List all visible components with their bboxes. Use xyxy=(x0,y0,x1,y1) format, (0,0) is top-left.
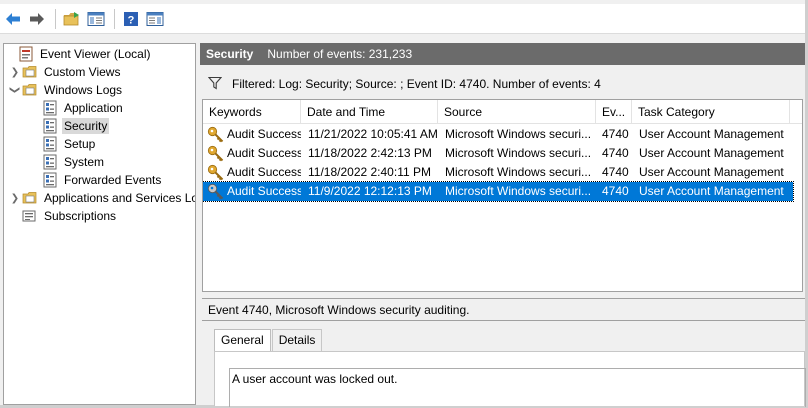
event-viewer-window: ? Event Viewer (Local) ❯ Custom Views ❯ xyxy=(0,0,808,408)
chevron-right-icon[interactable]: ❯ xyxy=(8,189,22,207)
chevron-down-icon[interactable]: ❯ xyxy=(6,83,24,97)
event-details-title: Event 4740, Microsoft Windows security a… xyxy=(202,299,805,321)
folder-icon xyxy=(22,82,38,98)
toolbar-separator xyxy=(114,8,115,29)
table-row-selected[interactable]: Audit Success 11/9/2022 12:12:13 PM Micr… xyxy=(203,181,794,202)
tab-general[interactable]: General xyxy=(214,329,271,352)
table-row[interactable]: Audit Success 11/18/2022 2:42:13 PM Micr… xyxy=(203,144,793,163)
forward-arrow-icon[interactable] xyxy=(26,8,48,30)
column-date-and-time[interactable]: Date and Time xyxy=(301,100,438,124)
tree-item-custom-views[interactable]: ❯ Custom Views xyxy=(8,63,122,81)
event-count: Number of events: 231,233 xyxy=(267,47,413,61)
tab-details[interactable]: Details xyxy=(271,329,323,351)
log-title: Security xyxy=(206,47,254,61)
tree-item-forwarded-events[interactable]: Forwarded Events xyxy=(28,171,163,189)
key-icon xyxy=(207,164,224,181)
toolbar: ? xyxy=(0,4,805,34)
column-event-id[interactable]: Ev... xyxy=(596,100,632,124)
column-keywords[interactable]: Keywords xyxy=(203,100,301,124)
help-icon[interactable]: ? xyxy=(120,8,142,30)
key-icon xyxy=(207,126,224,143)
log-icon xyxy=(42,136,58,152)
grid-header: Keywords Date and Time Source Ev... Task… xyxy=(203,100,802,124)
log-icon xyxy=(42,172,58,188)
toolbar-separator xyxy=(55,8,56,29)
general-tab-body: A user account was locked out. xyxy=(214,351,806,407)
filter-icon xyxy=(207,76,223,93)
tree-item-application[interactable]: Application xyxy=(28,99,125,117)
tree-item-applications-and-services[interactable]: ❯ Applications and Services Lo xyxy=(8,189,195,207)
details-tabs: General Details xyxy=(214,329,323,352)
log-icon xyxy=(42,100,58,116)
show-hide-console-tree-icon[interactable] xyxy=(85,8,107,30)
folder-icon xyxy=(22,190,38,206)
tree-item-event-viewer[interactable]: Event Viewer (Local) xyxy=(4,45,153,63)
event-viewer-icon xyxy=(18,46,34,62)
table-row[interactable]: Audit Success 11/18/2022 2:40:11 PM Micr… xyxy=(203,163,793,182)
log-icon xyxy=(42,118,58,134)
log-icon xyxy=(42,154,58,170)
subscriptions-icon xyxy=(22,208,38,224)
event-details-pane: Event 4740, Microsoft Windows security a… xyxy=(202,298,806,407)
tree-item-windows-logs[interactable]: ❯ Windows Logs xyxy=(8,81,124,99)
event-description: A user account was locked out. xyxy=(229,368,806,407)
chevron-right-icon[interactable]: ❯ xyxy=(8,63,22,81)
open-folder-icon[interactable] xyxy=(61,8,83,30)
back-arrow-icon[interactable] xyxy=(2,8,24,30)
console-tree: Event Viewer (Local) ❯ Custom Views ❯ Wi… xyxy=(3,43,196,405)
folder-icon xyxy=(22,64,38,80)
log-header: Security Number of events: 231,233 xyxy=(200,43,805,65)
tree-item-setup[interactable]: Setup xyxy=(28,135,97,153)
action-pane-icon[interactable] xyxy=(144,8,166,30)
svg-text:?: ? xyxy=(128,14,135,26)
table-row[interactable]: Audit Success 11/21/2022 10:05:41 AM Mic… xyxy=(203,125,793,144)
key-icon xyxy=(207,183,224,200)
column-source[interactable]: Source xyxy=(438,100,596,124)
tree-item-security[interactable]: Security xyxy=(28,117,110,135)
filter-bar: Filtered: Log: Security; Source: ; Event… xyxy=(202,70,805,98)
column-task-category[interactable]: Task Category xyxy=(632,100,790,124)
key-icon xyxy=(207,145,224,162)
filter-text: Filtered: Log: Security; Source: ; Event… xyxy=(232,77,601,91)
tree-item-system[interactable]: System xyxy=(28,153,106,171)
events-grid: Keywords Date and Time Source Ev... Task… xyxy=(202,99,803,292)
tree-item-subscriptions[interactable]: Subscriptions xyxy=(8,207,118,225)
